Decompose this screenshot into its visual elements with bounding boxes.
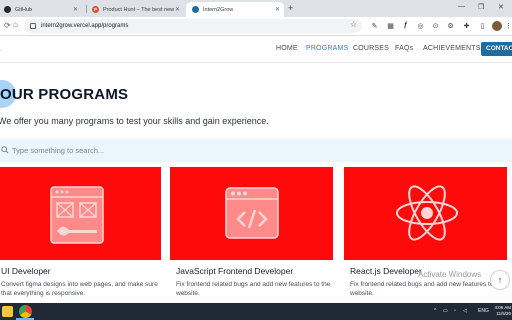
site-header: · HOME PROGRAMS COURSES FAQs ACHIEVEMENT… <box>0 36 512 63</box>
card-title: React.js Developer <box>350 266 422 276</box>
tab-title: Product Hunt – The best new <box>103 6 175 13</box>
contact-button[interactable]: CONTAC <box>481 42 512 56</box>
browser-tab-github[interactable]: GitHub ✕ <box>0 2 82 17</box>
card-title: JavaScript Frontend Developer <box>176 266 294 276</box>
language-indicator[interactable]: ENG <box>478 308 489 314</box>
volume-icon[interactable]: ◁ <box>463 308 467 314</box>
reload-icon[interactable]: ⟳ <box>4 21 11 30</box>
window-close-icon[interactable]: ✕ <box>498 3 504 11</box>
side-panel-icon[interactable]: ▯ <box>478 21 487 30</box>
browser-toolbar: ⟳ ⌂ intern2grow.vercel.app/programs ☆ ✎ … <box>0 17 512 36</box>
chrome-icon[interactable] <box>19 305 32 318</box>
taskbar-clock[interactable]: 4:06 AM 11/5/20 <box>493 305 511 317</box>
card-description: Fix frontend related bugs and add new fe… <box>176 281 331 297</box>
extension-history-icon[interactable]: ⊙ <box>431 21 440 30</box>
search-input[interactable] <box>12 143 312 158</box>
tab-divider <box>86 5 87 13</box>
close-icon[interactable]: ✕ <box>175 6 180 13</box>
browser-tab-product-hunt[interactable]: P Product Hunt – The best new ✕ <box>88 2 184 17</box>
nav-faqs[interactable]: FAQs <box>395 45 413 52</box>
nav-home[interactable]: HOME <box>276 45 298 52</box>
github-icon <box>4 6 11 13</box>
intern2grow-favicon-icon <box>192 6 199 13</box>
browser-tab-intern2grow[interactable]: Intern2Grow ✕ <box>186 2 284 17</box>
close-icon[interactable]: ✕ <box>73 6 78 13</box>
react-icon <box>396 185 458 241</box>
card-image <box>344 167 507 260</box>
nav-achievements[interactable]: ACHIEVEMENTS <box>423 45 481 52</box>
search-icon <box>1 146 9 154</box>
windows-taskbar: ^ ▭ ◔ ◁ ENG 4:06 AM 11/5/20 <box>0 303 512 320</box>
program-card-ui-developer[interactable]: UI Developer Convert figma designs into … <box>0 167 161 307</box>
extension-formula-icon[interactable]: ƒ <box>401 21 410 30</box>
ui-design-icon <box>50 186 104 244</box>
program-card-react-developer[interactable]: React.js Developer Fix frontend related … <box>344 167 507 307</box>
extension-grid-icon[interactable]: ▦ <box>386 21 395 30</box>
arrow-up-icon: ↑ <box>497 275 503 285</box>
new-tab-button[interactable]: + <box>288 3 293 13</box>
card-description: Convert figma designs into web pages, an… <box>1 281 158 297</box>
search-bar <box>0 139 512 162</box>
profile-avatar[interactable] <box>492 21 502 31</box>
address-bar[interactable]: intern2grow.vercel.app/programs ☆ <box>24 19 362 33</box>
home-icon[interactable]: ⌂ <box>13 20 18 29</box>
extension-circle-icon[interactable]: ◎ <box>416 21 425 30</box>
page-subtitle: We offer you many programs to test your … <box>0 116 269 126</box>
clock-time: 4:06 AM <box>494 305 511 310</box>
card-image <box>0 167 161 260</box>
browser-tab-strip: GitHub ✕ P Product Hunt – The best new ✕… <box>0 0 512 17</box>
scroll-to-top-button[interactable]: ↑ <box>490 270 510 290</box>
page-title: OUR PROGRAMS <box>0 86 129 103</box>
program-card-javascript-developer[interactable]: JavaScript Frontend Developer Fix fronte… <box>170 167 333 307</box>
maximize-icon[interactable]: ❐ <box>478 3 484 11</box>
extension-pen-icon[interactable]: ✎ <box>370 21 379 30</box>
network-icon[interactable]: ◔ <box>453 308 456 314</box>
site-info-icon[interactable] <box>30 23 36 29</box>
tray-up-arrow-icon[interactable]: ^ <box>434 308 436 314</box>
card-description: Fix frontend related bugs and add new fe… <box>350 281 505 297</box>
nav-programs[interactable]: PROGRAMS <box>306 45 348 52</box>
tab-title: GitHub <box>15 6 33 13</box>
product-hunt-icon: P <box>92 6 99 13</box>
close-icon[interactable]: ✕ <box>275 6 280 13</box>
url-text: intern2grow.vercel.app/programs <box>41 23 129 29</box>
code-window-icon <box>225 187 279 239</box>
battery-icon[interactable]: ▭ <box>443 308 448 314</box>
file-explorer-icon[interactable] <box>2 306 13 317</box>
extensions-puzzle-icon[interactable]: ✚ <box>462 21 471 30</box>
clock-date: 11/5/20 <box>496 310 511 316</box>
nav-courses[interactable]: COURSES <box>353 45 389 52</box>
card-image <box>170 167 333 260</box>
minimize-icon[interactable]: — <box>458 3 465 10</box>
bookmark-star-icon[interactable]: ☆ <box>350 20 357 29</box>
activate-windows-watermark: Activate Windows <box>418 270 482 279</box>
extension-gear-icon[interactable]: ⚙ <box>446 21 455 30</box>
tab-title: Intern2Grow <box>203 6 234 13</box>
browser-menu-icon[interactable]: ⋮ <box>504 21 512 30</box>
card-title: UI Developer <box>1 266 51 276</box>
site-logo-fragment[interactable]: · <box>0 48 2 54</box>
